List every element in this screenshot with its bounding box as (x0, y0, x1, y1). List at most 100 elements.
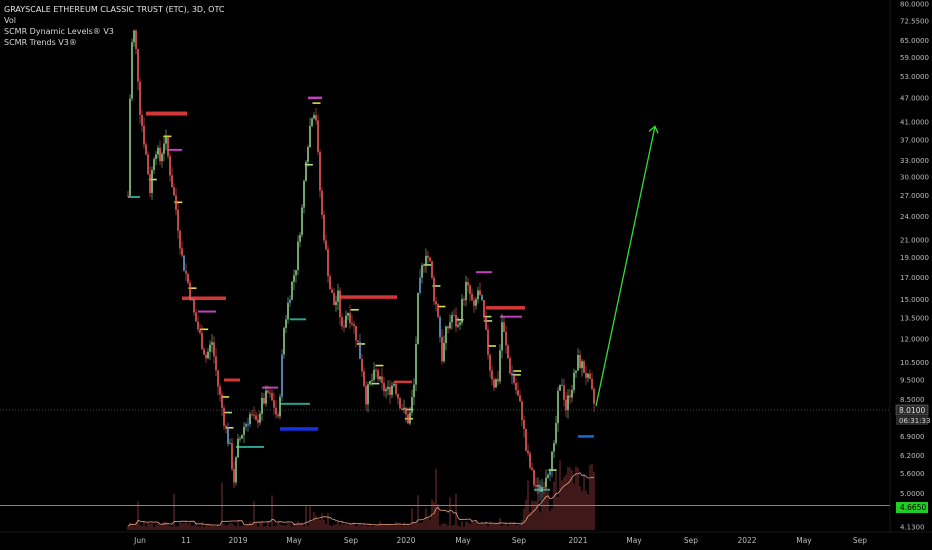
volume-bar (565, 474, 567, 530)
candle-body (507, 345, 509, 359)
volume-bar (487, 526, 489, 530)
price-chart[interactable]: 80.0000 72.5500 65.0000 59.0000 53.0000 47.00… (0, 0, 932, 550)
volume-bar (233, 524, 235, 530)
y-tick-label: 65.0000 (900, 37, 929, 45)
candle-body (443, 342, 445, 362)
y-tick-label: 12.0000 (900, 335, 929, 343)
volume-bar (551, 507, 553, 530)
candle-body (251, 414, 253, 416)
volume-bar (333, 524, 335, 530)
volume-bar (351, 523, 353, 530)
volume-bar (355, 526, 357, 530)
candle-body (485, 317, 487, 330)
candle-body (329, 276, 331, 290)
candle-body (451, 315, 453, 323)
volume-bar (171, 526, 173, 530)
candle-body (129, 98, 131, 196)
candle-body (301, 207, 303, 235)
volume-bar (321, 513, 323, 530)
candle-body (309, 125, 311, 148)
volume-bar (549, 510, 551, 530)
volume-bar (157, 523, 159, 530)
candle-body (497, 379, 499, 382)
volume-bar (261, 521, 263, 530)
candle-body (255, 415, 257, 420)
volume-bar (129, 522, 131, 530)
volume-bar (331, 526, 333, 530)
volume-bar (557, 497, 559, 530)
countdown-value: 06:31:33 (899, 417, 930, 425)
volume-bar (401, 526, 403, 530)
volume-bar (199, 526, 201, 530)
candle-body (333, 292, 335, 305)
x-tick-label: 11 (181, 536, 191, 545)
candle-body (273, 400, 275, 408)
volume-bar (403, 522, 405, 530)
candle-body (355, 326, 357, 341)
x-tick-label: 2019 (228, 536, 247, 545)
volume-bar (395, 521, 397, 530)
candle-body (127, 195, 129, 197)
volume-bar (563, 476, 565, 530)
volume-bar (239, 526, 241, 530)
candle-body (405, 407, 407, 415)
volume-bar (155, 524, 157, 530)
candle-body (471, 293, 473, 301)
indicator-dynamic-levels[interactable]: SCMR Dynamic Levels® V3 (4, 26, 224, 37)
level-tick (223, 411, 232, 414)
symbol-title[interactable]: GRAYSCALE ETHEREUM CLASSIC TRUST (ETC), … (4, 4, 224, 15)
volume-bar (575, 466, 577, 530)
candle-body (403, 407, 405, 410)
volume-bar (581, 490, 583, 530)
candle-body (501, 322, 503, 351)
volume-bar (391, 525, 393, 530)
volume-bar (325, 523, 327, 530)
volume-bar (543, 491, 545, 530)
candle-body (149, 174, 151, 193)
candle-body (223, 408, 225, 426)
candle-body (419, 277, 421, 293)
candle-body (529, 453, 531, 468)
indicator-vol[interactable]: Vol (4, 15, 224, 26)
volume-bar (365, 524, 367, 530)
level-bar (280, 427, 318, 431)
y-tick-label: 17.0000 (900, 274, 929, 282)
candle-body (415, 343, 417, 385)
y-tick-label: 37.0000 (900, 137, 929, 145)
candle-body (571, 389, 573, 398)
volume-bar (131, 524, 133, 530)
volume-bar (201, 521, 203, 530)
candle-body (367, 384, 369, 405)
level-bar (182, 296, 226, 300)
candle-body (281, 354, 283, 397)
candle-body (295, 270, 297, 276)
y-tick-label: 6.2000 (900, 452, 925, 460)
volume-bar (539, 512, 541, 530)
volume-bar (519, 524, 521, 530)
x-tick-label: 2021 (568, 536, 587, 545)
candle-body (455, 315, 457, 327)
indicator-trends[interactable]: SCMR Trends V3® (4, 37, 224, 48)
volume-bar (347, 524, 349, 530)
support-level-label: 4.6650 (896, 502, 928, 513)
volume-bar (187, 523, 189, 530)
volume-bar (225, 525, 227, 530)
volume-bar (271, 495, 273, 530)
candle-body (499, 350, 501, 382)
price-axis: 80.0000 72.5500 65.0000 59.0000 53.0000 47.00… (889, 0, 929, 532)
candle-body (505, 331, 507, 346)
candle-body (145, 144, 147, 155)
candle-body (531, 467, 533, 470)
level-bar (198, 310, 216, 313)
volume-bar (237, 521, 239, 530)
candle-body (189, 282, 191, 300)
candle-body (327, 249, 329, 277)
volume-bar (197, 526, 199, 530)
volume-bar (387, 524, 389, 530)
volume-bar (399, 524, 401, 530)
volume-bar (411, 508, 413, 530)
candle-body (457, 324, 459, 327)
volume-bar (463, 526, 465, 530)
candle-body (583, 361, 585, 374)
candle-body (577, 355, 579, 371)
